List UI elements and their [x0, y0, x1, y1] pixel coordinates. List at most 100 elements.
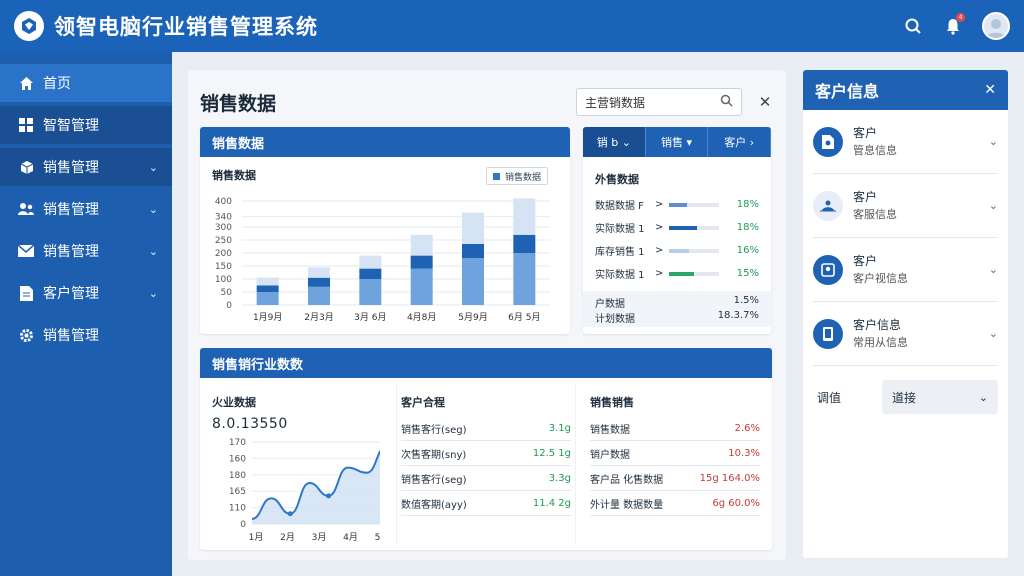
bar-chart: 0 50 100 150 200 250 300340 400 1月9月 2月3月 3月 6月 4月8…: [215, 197, 550, 323]
sidebar-item-sales-3[interactable]: 销售管理 ⌄: [0, 232, 172, 270]
stats-row[interactable]: 数据数据 F >18%: [583, 193, 771, 216]
chevron-down-icon: ⌄: [148, 160, 158, 174]
sales-tabs-card: 销 b ⌄ 销售 ▾ 客户 › 外售数据 数据数据 F >18% 实际数据 1 >18…: [583, 127, 771, 334]
mini-progress-fill: [669, 202, 687, 207]
sidebar-item-sales-1[interactable]: 销售管理 ⌄: [0, 148, 172, 186]
mini-progress-fill: [669, 248, 690, 253]
x-tick-label: 2月: [280, 532, 295, 543]
customer-info-item[interactable]: 客户 客服信息 ⌄: [813, 174, 998, 238]
y-tick-label: 180: [229, 471, 246, 481]
tab-1[interactable]: 销 b ⌄: [583, 127, 646, 157]
chevron-right-icon: ›: [749, 135, 755, 149]
main-panel: 销售数据 主营销数据 ✕ 销售数据 销售数据 销售数据 0 50 100 150 200…: [188, 70, 786, 560]
chevron-right-icon: >: [655, 222, 664, 233]
x-tick-label: 4月8月: [407, 312, 436, 323]
users-icon: [18, 201, 34, 217]
area-chart: 0 110 165 180 160 170 1月 2月 3月 4月 5月: [229, 438, 380, 543]
chevron-down-icon: ⌄: [148, 202, 158, 216]
customer-info-item[interactable]: 客户 管息信息 ⌄: [813, 110, 998, 174]
chevron-down-icon: ⌄: [988, 135, 998, 148]
stats-row[interactable]: 实际数据 1 >15%: [583, 262, 771, 285]
bar-segment: [513, 234, 536, 253]
tab-3[interactable]: 客户 ›: [708, 127, 771, 157]
footer-label: 户数据: [595, 299, 625, 310]
customer-info-item[interactable]: 客户信息 常用从信息 ⌄: [813, 302, 998, 366]
x-tick-label: 1月: [249, 532, 264, 543]
row-value: 3.3g: [548, 472, 571, 484]
data-point: [326, 493, 332, 499]
x-tick-label: 6月 5月: [508, 312, 540, 323]
x-tick-label: 5月9月: [458, 312, 487, 323]
x-tick-label: 2月3月: [304, 312, 333, 323]
sales-row: 外计量 数据数量 6g 60.0%: [590, 491, 760, 516]
y-tick-label: 50: [221, 288, 233, 298]
row-value: 10.3%: [728, 447, 760, 459]
row-percent: 18%: [736, 199, 759, 210]
y-tick-label: 400: [215, 197, 232, 207]
stats-row[interactable]: 实际数据 1 >18%: [583, 216, 771, 239]
row-value: 12.5 1g: [532, 447, 571, 459]
select-value: 道接: [892, 390, 917, 405]
row-label: 销户数据: [590, 449, 630, 461]
search-icon[interactable]: [902, 15, 924, 37]
sidebar-item-label: 客户管理: [43, 286, 99, 302]
customer-row: 销售客行(seg) 3.3g: [401, 466, 571, 491]
mini-progress-bar: [669, 225, 720, 230]
bar-segment: [359, 268, 382, 279]
select-label: 调值: [817, 390, 842, 405]
footer-value: 1.5%: [733, 295, 759, 306]
close-icon[interactable]: ✕: [754, 93, 776, 111]
item-title: 客户: [853, 125, 878, 140]
row-label: 实际数据 1: [595, 224, 645, 235]
customer-list: 客户 管息信息 ⌄ 客户 客服信息 ⌄ 客户 客户视信息 ⌄ 客户信息 常用从信息 ⌄: [803, 110, 1008, 366]
tab-label: 销售: [660, 136, 683, 149]
y-tick-label: 165: [229, 487, 246, 497]
panel-header: 客户信息 ✕: [803, 70, 1008, 110]
mail-icon: [18, 243, 34, 259]
chevron-down-icon: ⌄: [988, 327, 998, 340]
pane-title: 客户合程: [401, 396, 445, 409]
x-tick-label: 1月9月: [253, 312, 282, 323]
bar-segment: [359, 255, 382, 269]
row-percent: 18%: [736, 222, 759, 233]
bar-segment: [256, 285, 279, 292]
stats-row[interactable]: 库存销售 1 >16%: [583, 239, 771, 262]
home-icon: [18, 75, 34, 91]
bar-segment: [462, 212, 484, 244]
footer-row: 户数据 1.5%: [595, 295, 759, 310]
sidebar-item-home[interactable]: 首页: [0, 64, 172, 102]
option-select[interactable]: 道接 ⌄: [882, 380, 998, 414]
customer-info-item[interactable]: 客户 客户视信息 ⌄: [813, 238, 998, 302]
document-icon: [813, 126, 843, 157]
item-subtitle: 客户视信息: [853, 271, 908, 285]
chevron-down-icon: ⌄: [988, 263, 998, 276]
user-avatar[interactable]: [982, 12, 1010, 40]
search-input[interactable]: 主营销数据: [576, 88, 742, 116]
close-icon[interactable]: ✕: [984, 82, 996, 98]
tab-2[interactable]: 销售 ▾: [646, 127, 709, 157]
sidebar-item-sales-2[interactable]: 销售管理 ⌄: [0, 190, 172, 228]
tab-bar: 销 b ⌄ 销售 ▾ 客户 ›: [583, 127, 771, 157]
mini-progress-fill: [669, 271, 695, 276]
customer-row: 数值客期(ayy) 11.4 2g: [401, 491, 571, 516]
item-subtitle: 客服信息: [853, 207, 897, 221]
chevron-down-icon: ⌄: [148, 286, 158, 300]
search-icon[interactable]: [720, 94, 733, 110]
sidebar-item-smart-management[interactable]: 智智管理: [0, 106, 172, 144]
sidebar-item-label: 销售管理: [43, 328, 99, 344]
sidebar-item-customer-management[interactable]: 客户管理 ⌄: [0, 274, 172, 312]
y-tick-label: 160: [229, 454, 246, 464]
bar-segment: [462, 243, 484, 259]
y-tick-label: 170: [229, 438, 246, 448]
sidebar-item-label: 销售管理: [43, 160, 99, 176]
bar-segment: [410, 234, 433, 256]
stats-rows: 数据数据 F >18% 实际数据 1 >18% 库存销售 1 >16% 实际数据 1 >15%: [583, 193, 771, 285]
chevron-down-icon: ⌄: [621, 135, 631, 149]
y-tick-label: 110: [229, 504, 246, 514]
item-text: 客户 客户视信息: [853, 252, 908, 288]
item-text: 客户 管息信息: [853, 124, 897, 160]
sidebar-item-label: 销售管理: [43, 244, 99, 260]
chevron-down-icon: ▾: [686, 135, 693, 149]
notification-bell-icon[interactable]: 4: [942, 13, 965, 37]
sidebar-item-sales-settings[interactable]: 销售管理: [0, 316, 172, 354]
